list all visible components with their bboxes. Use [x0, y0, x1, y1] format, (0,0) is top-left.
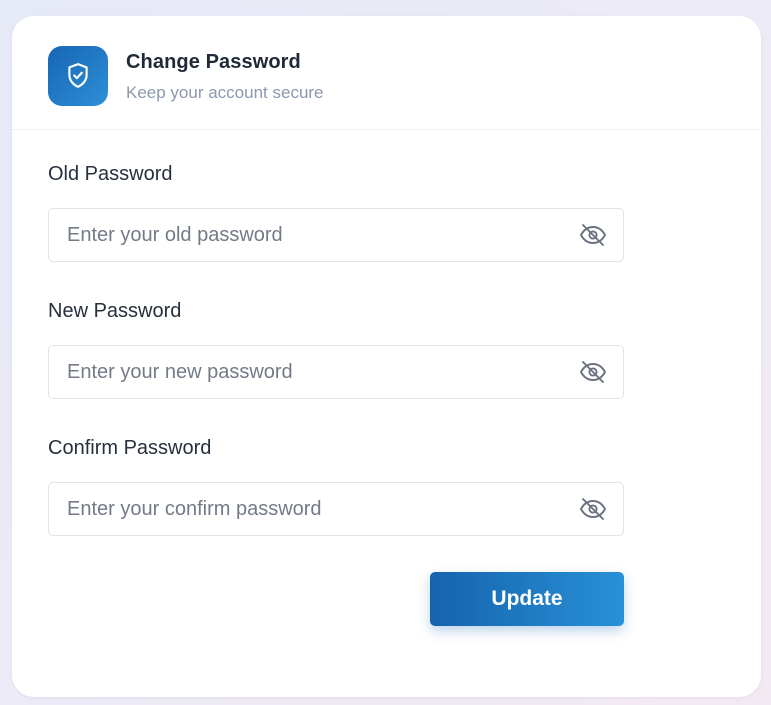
eye-off-icon[interactable]	[579, 222, 607, 248]
old-password-input[interactable]	[49, 209, 569, 261]
eye-off-icon[interactable]	[579, 359, 607, 385]
new-password-field	[48, 345, 624, 399]
confirm-password-label: Confirm Password	[48, 437, 212, 459]
confirm-password-input[interactable]	[49, 483, 569, 535]
update-button[interactable]: Update	[430, 572, 624, 626]
old-password-label: Old Password	[48, 163, 173, 185]
page-subtitle: Keep your account secure	[126, 83, 324, 102]
old-password-field	[48, 208, 624, 262]
page-title: Change Password	[126, 51, 301, 73]
new-password-input[interactable]	[49, 346, 569, 398]
card-header: Change Password Keep your account secure	[12, 16, 761, 130]
change-password-card: Change Password Keep your account secure…	[12, 16, 761, 697]
new-password-label: New Password	[48, 300, 182, 322]
eye-off-icon[interactable]	[579, 496, 607, 522]
shield-check-icon	[48, 46, 108, 106]
confirm-password-field	[48, 482, 624, 536]
